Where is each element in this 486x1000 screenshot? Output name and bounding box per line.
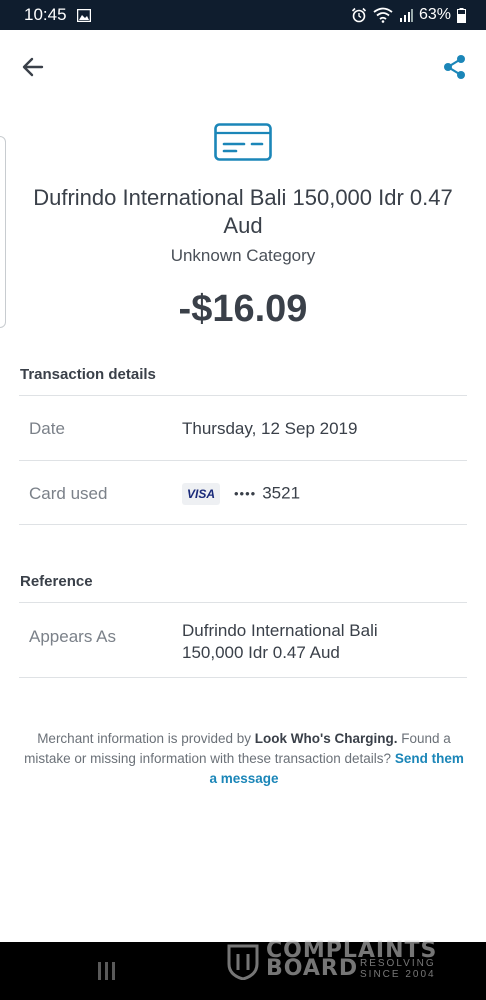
card-used-label: Card used <box>29 484 108 503</box>
divider <box>19 677 467 678</box>
share-icon[interactable] <box>440 52 470 82</box>
divider <box>19 602 467 603</box>
gallery-icon <box>76 8 91 22</box>
footer-text: Merchant information is provided by <box>37 731 255 746</box>
merchant-name: Dufrindo International Bali 150,000 Idr … <box>33 185 453 238</box>
divider <box>19 460 467 461</box>
appears-as-line-1: Dufrindo International Bali <box>182 621 378 640</box>
card-last4: 3521 <box>262 483 301 503</box>
appears-as-value: Dufrindo International Bali 150,000 Idr … <box>182 620 378 664</box>
divider <box>19 524 467 525</box>
merchant-info-footer: Merchant information is provided by Look… <box>24 729 464 789</box>
battery-icon <box>457 7 466 23</box>
provider-name: Look Who's Charging. <box>254 731 398 746</box>
date-label: Date <box>29 419 65 438</box>
wifi-icon <box>373 7 393 23</box>
back-arrow-icon[interactable] <box>18 52 48 82</box>
watermark: COMPLAINTS BOARD RESOLVING SINCE 2004 <box>224 938 464 982</box>
battery-percent: 63% <box>418 6 451 23</box>
credit-card-icon <box>214 123 272 161</box>
transaction-details-heading: Transaction details <box>20 366 156 383</box>
divider <box>19 395 467 396</box>
clock: 10:45 <box>24 5 67 24</box>
appears-as-label: Appears As <box>29 627 116 646</box>
watermark-shield-icon <box>227 944 259 980</box>
reference-heading: Reference <box>20 573 93 590</box>
watermark-tagline: RESOLVING SINCE 2004 <box>360 958 436 980</box>
watermark-tag2: SINCE 2004 <box>360 969 436 980</box>
recent-apps-icon[interactable] <box>98 962 118 980</box>
appears-as-line-2: 150,000 Idr 0.47 Aud <box>182 643 340 662</box>
alarm-icon <box>351 7 367 23</box>
card-used-value: VISA •••• 3521 <box>182 482 300 505</box>
app-bar <box>0 30 486 102</box>
status-bar: 10:45 63% <box>0 0 486 30</box>
date-value: Thursday, 12 Sep 2019 <box>182 419 358 438</box>
card-mask: •••• <box>234 485 257 501</box>
visa-logo-icon: VISA <box>182 482 220 505</box>
system-nav-bar: COMPLAINTS BOARD RESOLVING SINCE 2004 <box>0 938 486 1000</box>
watermark-line2: BOARD <box>266 956 359 981</box>
watermark-tag1: RESOLVING <box>360 958 436 969</box>
signal-icon <box>399 9 413 22</box>
transaction-category: Unknown Category <box>170 246 316 265</box>
transaction-amount: -$16.09 <box>178 288 308 330</box>
